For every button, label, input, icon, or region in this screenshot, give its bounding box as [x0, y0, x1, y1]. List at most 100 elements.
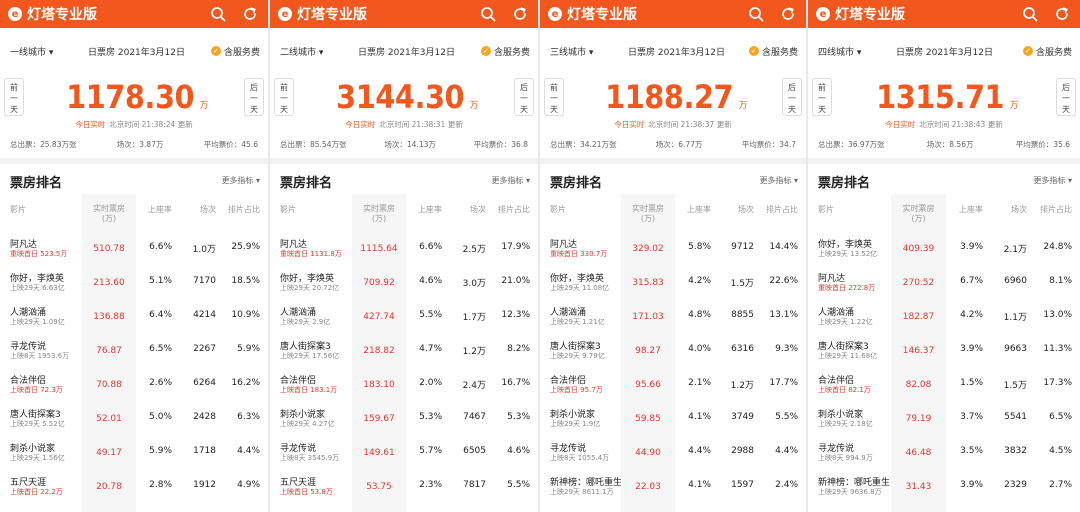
city-panel: e灯塔专业版三线城市 ▾日票房 2021年3月12日✓含服务费前一天后一天118…	[540, 0, 806, 512]
date-select[interactable]: 日票房 2021年3月12日	[88, 45, 185, 58]
more-metrics-button[interactable]: 更多指标 ▾	[1033, 175, 1072, 186]
col-realtime-unit: (万)	[621, 214, 675, 224]
screening-share: 5.5%	[507, 480, 530, 490]
table-row[interactable]: 人潮汹涌上映29天 1.22亿182.874.2%1.1万13.0%	[808, 300, 1080, 334]
total-box-office: 1315.71万	[808, 78, 1080, 116]
refresh-icon[interactable]	[510, 4, 530, 24]
col-realtime-unit: (万)	[82, 214, 136, 224]
table-row[interactable]: 阿凡达重映首日 272.8万270.526.7%69608.1%	[808, 266, 1080, 300]
city-tier-select[interactable]: 二线城市 ▾	[280, 45, 358, 58]
table-row[interactable]: 你好，李焕英上映29天 20.72亿709.924.6%3.0万21.0%	[270, 266, 538, 300]
table-row[interactable]: 寻龙传说上映8天 1953.6万76.876.5%22675.9%	[0, 334, 268, 368]
search-icon[interactable]	[1020, 4, 1040, 24]
table-row[interactable]: 人潮汹涌上映29天 1.09亿136.886.4%421410.9%	[0, 300, 268, 334]
table-row[interactable]: 刺杀小说家上映29天 2.18亿79.193.7%55416.5%	[808, 402, 1080, 436]
table-row[interactable]: 你好，李焕英上映29天 11.08亿315.834.2%1.5万22.6%	[540, 266, 806, 300]
service-fee-toggle[interactable]: ✓含服务费	[211, 45, 260, 58]
refresh-icon[interactable]	[240, 4, 260, 24]
screening-share: 10.9%	[231, 310, 260, 320]
city-tier-select[interactable]: 四线城市 ▾	[818, 45, 896, 58]
service-fee-label: 含服务费	[494, 45, 530, 58]
table-row[interactable]: 阿凡达重映首日 330.7万329.025.8%971214.4%	[540, 232, 806, 266]
table-row[interactable]: 阿凡达重映首日 1131.8万1115.646.6%2.5万17.9%	[270, 232, 538, 266]
total-value: 3144.30	[336, 78, 464, 116]
total-unit: 万	[1010, 101, 1019, 111]
table-row[interactable]: 合法伴侣上映首日 95.7万95.662.1%1.2万17.7%	[540, 368, 806, 402]
realtime-box-office: 70.88	[82, 368, 136, 402]
refresh-icon[interactable]	[778, 4, 798, 24]
total-unit: 万	[200, 101, 209, 111]
table-row[interactable]: 阿凡达重映首日 523.5万510.786.6%1.0万25.9%	[0, 232, 268, 266]
table-row[interactable]: 人潮汹涌上映29天 2.9亿427.745.5%1.7万12.3%	[270, 300, 538, 334]
service-fee-toggle[interactable]: ✓含服务费	[481, 45, 530, 58]
ranking-table: 阿凡达重映首日 523.5万510.786.6%1.0万25.9%你好，李焕英上…	[0, 232, 268, 504]
col-share: 排片占比	[498, 204, 530, 215]
table-row[interactable]: 新神榜：哪吒重生上映29天 9636.8万31.433.9%23292.7%	[808, 470, 1080, 504]
table-row[interactable]: 唐人街探案3上映29天 5.52亿52.015.0%24286.3%	[0, 402, 268, 436]
screening-share: 2.7%	[1049, 480, 1072, 490]
show-count: 6960	[1004, 276, 1027, 286]
show-count: 2428	[193, 412, 216, 422]
show-count: 4214	[193, 310, 216, 320]
city-tier-select[interactable]: 三线城市 ▾	[550, 45, 628, 58]
table-row[interactable]: 你好，李焕英上映29天 13.52亿409.393.9%2.1万24.8%	[808, 232, 1080, 266]
avg-price: 平均票价：36.8	[474, 139, 528, 150]
table-row[interactable]: 五尺天涯上映首日 53.8万53.752.3%78175.5%	[270, 470, 538, 504]
attendance-rate: 2.6%	[149, 378, 172, 388]
col-film: 影片	[818, 204, 834, 215]
realtime-box-office: 52.01	[82, 402, 136, 436]
table-row[interactable]: 刺杀小说家上映29天 1.56亿49.175.9%17184.4%	[0, 436, 268, 470]
service-fee-toggle[interactable]: ✓含服务费	[749, 45, 798, 58]
table-row[interactable]: 唐人街探案3上映29天 11.68亿146.373.9%966311.3%	[808, 334, 1080, 368]
total-unit: 万	[470, 101, 479, 111]
attendance-rate: 3.7%	[960, 412, 983, 422]
table-row[interactable]: 合法伴侣上映首日 183.1万183.102.0%2.4万16.7%	[270, 368, 538, 402]
update-time: 北京时间 21:38:43	[919, 120, 985, 129]
film-release-info: 重映首日 272.8万	[818, 283, 875, 293]
realtime-box-office: 76.87	[82, 334, 136, 368]
date-select[interactable]: 日票房 2021年3月12日	[628, 45, 725, 58]
more-metrics-button[interactable]: 更多指标 ▾	[491, 175, 530, 186]
check-icon: ✓	[211, 46, 221, 56]
table-row[interactable]: 寻龙传说上映8天 1055.4万44.904.4%29884.4%	[540, 436, 806, 470]
realtime-box-office: 409.39	[891, 232, 946, 266]
table-row[interactable]: 合法伴侣上映首日 72.3万70.882.6%626416.2%	[0, 368, 268, 402]
table-row[interactable]: 五尺天涯上映首日 22.2万20.782.8%19124.9%	[0, 470, 268, 504]
search-icon[interactable]	[746, 4, 766, 24]
screening-share: 4.4%	[775, 446, 798, 456]
table-row[interactable]: 合法伴侣上映首日 82.1万82.081.5%1.5万17.3%	[808, 368, 1080, 402]
table-row[interactable]: 新神榜：哪吒重生上映29天 8611.1万22.034.1%15972.4%	[540, 470, 806, 504]
col-realtime-label: 实时票房	[621, 204, 675, 214]
city-tier-select[interactable]: 一线城市 ▾	[10, 45, 88, 58]
update-suffix: 更新	[988, 120, 1003, 129]
date-select[interactable]: 日票房 2021年3月12日	[896, 45, 993, 58]
table-header: 影片实时票房(万)上座率场次排片占比	[270, 204, 538, 224]
realtime-label: 今日实时	[885, 120, 915, 129]
service-fee-toggle[interactable]: ✓含服务费	[1023, 45, 1072, 58]
attendance-rate: 5.7%	[419, 446, 442, 456]
table-row[interactable]: 你好，李焕英上映29天 6.63亿213.605.1%717018.5%	[0, 266, 268, 300]
app-logo-icon: e	[548, 7, 562, 21]
table-row[interactable]: 刺杀小说家上映29天 1.9亿59.854.1%37495.5%	[540, 402, 806, 436]
search-icon[interactable]	[208, 4, 228, 24]
show-count: 1.5万	[1004, 378, 1027, 391]
refresh-icon[interactable]	[1052, 4, 1072, 24]
table-row[interactable]: 寻龙传说上映8天 994.9万46.483.5%38324.5%	[808, 436, 1080, 470]
total-tickets: 总出票：36.97万张	[818, 139, 884, 150]
more-metrics-button[interactable]: 更多指标 ▾	[221, 175, 260, 186]
service-fee-label: 含服务费	[1036, 45, 1072, 58]
more-metrics-button[interactable]: 更多指标 ▾	[759, 175, 798, 186]
film-release-info: 上映29天 8611.1万	[550, 487, 614, 497]
date-select[interactable]: 日票房 2021年3月12日	[358, 45, 455, 58]
table-row[interactable]: 唐人街探案3上映29天 9.79亿98.274.0%63169.3%	[540, 334, 806, 368]
table-row[interactable]: 唐人街探案3上映29天 17.56亿218.824.7%1.2万8.2%	[270, 334, 538, 368]
table-row[interactable]: 刺杀小说家上映29天 4.27亿159.675.3%74675.3%	[270, 402, 538, 436]
show-count: 9712	[731, 242, 754, 252]
table-row[interactable]: 寻龙传说上映8天 3545.9万149.615.7%65054.6%	[270, 436, 538, 470]
show-count: 7817	[463, 480, 486, 490]
section-divider	[808, 158, 1080, 164]
screening-share: 4.5%	[1049, 446, 1072, 456]
app-logo-icon: e	[278, 7, 292, 21]
search-icon[interactable]	[478, 4, 498, 24]
table-row[interactable]: 人潮汹涌上映29天 1.21亿171.034.8%885513.1%	[540, 300, 806, 334]
